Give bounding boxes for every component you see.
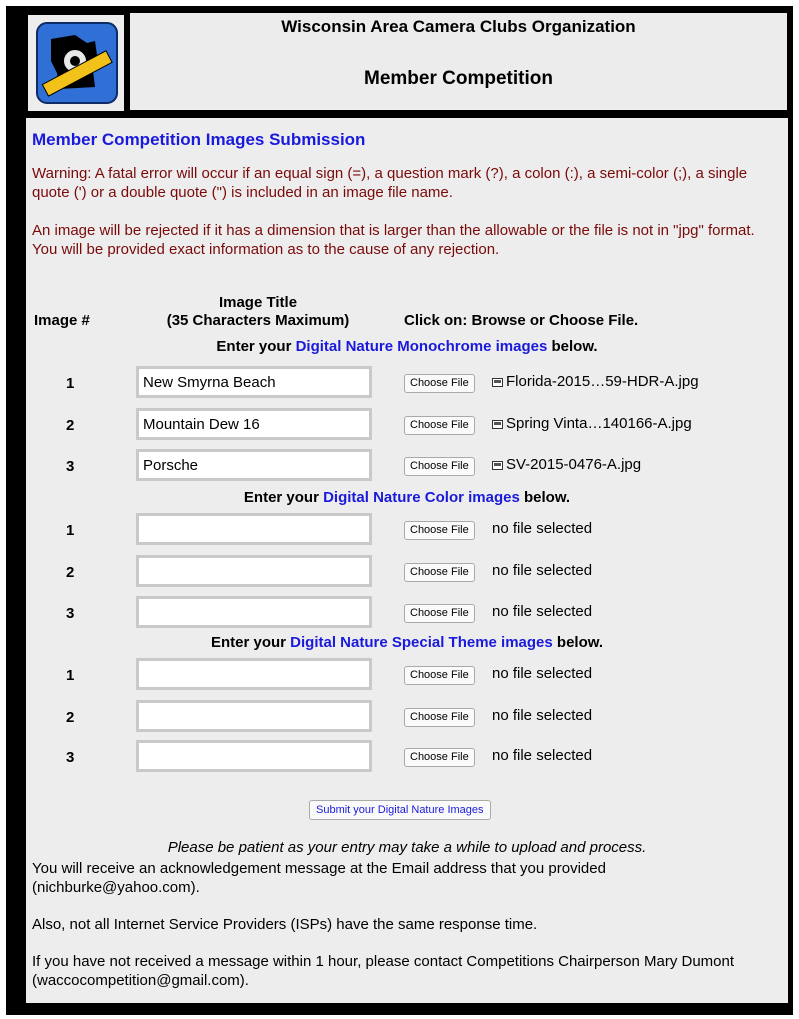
image-file-icon	[492, 417, 503, 434]
file-name: Florida-2015…59-HDR-A.jpg	[506, 373, 699, 390]
image-title-input[interactable]	[136, 555, 372, 587]
selected-file: Spring Vinta…140166-A.jpg	[492, 415, 692, 434]
col-header-title-line1: Image Title	[218, 294, 298, 311]
filename-warning: Warning: A fatal error will occur if an …	[32, 165, 748, 201]
org-title: Wisconsin Area Camera Clubs Organization	[281, 17, 636, 36]
file-name: no file selected	[492, 707, 593, 724]
isp-note: Also, not all Internet Service Providers…	[32, 916, 538, 933]
section-prefix: Enter your	[216, 338, 296, 355]
col-header-image-num: Image #	[34, 312, 90, 329]
page-frame: Wisconsin Area Camera Clubs Organization…	[6, 6, 793, 1015]
choose-file-button[interactable]: Choose File	[404, 708, 475, 727]
image-number: 1	[66, 522, 75, 539]
contact-note: If you have not received a message withi…	[32, 953, 735, 989]
image-row: 1 Choose File no file selected	[26, 513, 788, 547]
col-header-file: Click on: Browse or Choose File.	[404, 312, 639, 329]
selected-file: Florida-2015…59-HDR-A.jpg	[492, 373, 699, 392]
submit-button[interactable]: Submit your Digital Nature Images	[309, 800, 491, 820]
file-name: SV-2015-0476-A.jpg	[506, 456, 642, 473]
choose-file-button[interactable]: Choose File	[404, 457, 475, 476]
rejection-warning: An image will be rejected if it has a di…	[32, 222, 755, 258]
image-number: 3	[66, 749, 75, 766]
col-header-title-line2: (35 Characters Maximum)	[166, 312, 350, 329]
file-name: no file selected	[492, 520, 593, 537]
choose-file-button[interactable]: Choose File	[404, 604, 475, 623]
image-number: 2	[66, 564, 75, 581]
image-row: 2 Choose File Spring Vinta…140166-A.jpg	[26, 408, 788, 442]
image-title-input[interactable]	[136, 449, 372, 481]
image-row: 1 Choose File Florida-2015…59-HDR-A.jpg	[26, 366, 788, 400]
image-file-icon	[492, 375, 503, 392]
section-highlight: Digital Nature Special Theme images	[290, 634, 553, 651]
section-suffix: below.	[547, 338, 598, 355]
image-title-input[interactable]	[136, 740, 372, 772]
choose-file-button[interactable]: Choose File	[404, 666, 475, 685]
file-name: no file selected	[492, 665, 593, 682]
image-title-input[interactable]	[136, 658, 372, 690]
section-highlight: Digital Nature Monochrome images	[295, 338, 548, 355]
competition-title: Member Competition	[364, 68, 553, 89]
section-highlight: Digital Nature Color images	[323, 489, 520, 506]
wacco-logo-icon	[36, 22, 118, 104]
image-row: 2 Choose File no file selected	[26, 700, 788, 734]
content-panel: Member Competition Images Submission War…	[26, 118, 788, 1003]
image-row: 3 Choose File no file selected	[26, 740, 788, 774]
image-row: 3 Choose File no file selected	[26, 596, 788, 630]
choose-file-button[interactable]: Choose File	[404, 748, 475, 767]
section-prefix: Enter your	[243, 489, 324, 506]
image-title-input[interactable]	[136, 366, 372, 398]
col-header-image-title: Image Title (35 Characters Maximum)	[148, 294, 368, 330]
file-name: no file selected	[492, 603, 593, 620]
image-row: 2 Choose File no file selected	[26, 555, 788, 589]
image-row: 3 Choose File SV-2015-0476-A.jpg	[26, 449, 788, 483]
choose-file-button[interactable]: Choose File	[404, 416, 475, 435]
file-name: no file selected	[492, 747, 593, 764]
image-number: 2	[66, 709, 75, 726]
title-box: Wisconsin Area Camera Clubs Organization…	[130, 13, 787, 110]
wacco-logo	[26, 13, 126, 113]
image-file-icon	[492, 458, 503, 475]
choose-file-button[interactable]: Choose File	[404, 563, 475, 582]
image-row: 1 Choose File no file selected	[26, 658, 788, 692]
patience-note: Please be patient as your entry may take…	[167, 839, 647, 856]
image-title-input[interactable]	[136, 513, 372, 545]
image-number: 3	[66, 605, 75, 622]
section-suffix: below.	[519, 489, 571, 506]
section-suffix: below.	[552, 634, 604, 651]
image-number: 1	[66, 375, 75, 392]
header: Wisconsin Area Camera Clubs Organization…	[6, 6, 793, 113]
choose-file-button[interactable]: Choose File	[404, 521, 475, 540]
file-name: no file selected	[492, 562, 593, 579]
section-monochrome-heading: Enter your Digital Nature Monochrome ima…	[26, 338, 788, 355]
image-number: 2	[66, 417, 75, 434]
image-number: 3	[66, 458, 75, 475]
image-title-input[interactable]	[136, 596, 372, 628]
section-color-heading: Enter your Digital Nature Color images b…	[26, 489, 788, 506]
selected-file: SV-2015-0476-A.jpg	[492, 456, 641, 475]
image-title-input[interactable]	[136, 700, 372, 732]
file-name: Spring Vinta…140166-A.jpg	[506, 415, 692, 432]
acknowledgement-note: You will receive an acknowledgement mess…	[32, 860, 606, 896]
section-prefix: Enter your	[210, 634, 291, 651]
image-number: 1	[66, 667, 75, 684]
choose-file-button[interactable]: Choose File	[404, 374, 475, 393]
section-special-theme-heading: Enter your Digital Nature Special Theme …	[26, 634, 788, 651]
image-title-input[interactable]	[136, 408, 372, 440]
submission-heading: Member Competition Images Submission	[32, 130, 366, 149]
